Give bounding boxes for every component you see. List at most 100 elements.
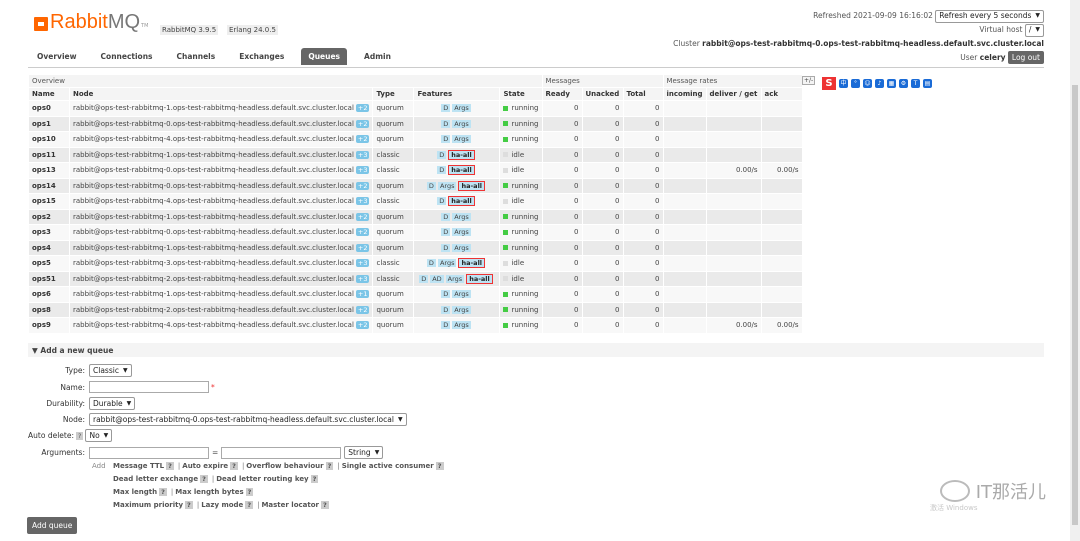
add-queue-button[interactable]: Add queue [27, 517, 78, 534]
ime-keyboard-icon[interactable]: ▦ [887, 79, 896, 88]
tab-connections[interactable]: Connections [94, 48, 160, 65]
table-row[interactable]: ops6 rabbit@ops-test-rabbitmq-1.ops-test-… [28, 286, 803, 303]
table-row[interactable]: ops5 rabbit@ops-test-rabbitmq-3.ops-test-… [28, 255, 803, 272]
argument-shortcut-link[interactable]: Lazy mode [201, 501, 243, 509]
column-toggle-button[interactable]: +/- [802, 76, 816, 85]
queue-name-link[interactable]: ops4 [28, 239, 70, 256]
vertical-scrollbar[interactable] [1070, 0, 1080, 541]
queue-name-link[interactable]: ops51 [28, 270, 70, 287]
tab-channels[interactable]: Channels [170, 48, 223, 65]
queue-name-link[interactable]: ops5 [28, 255, 70, 272]
refresh-interval-select[interactable]: Refresh every 5 seconds ▼ [935, 9, 1044, 23]
policy-badge-ha-all[interactable]: ha-all [458, 258, 486, 269]
policy-badge-ha-all[interactable]: ha-all [458, 180, 486, 191]
help-icon[interactable]: ? [245, 488, 254, 496]
ime-chinese-icon[interactable]: 中 [839, 79, 848, 88]
queue-name-link[interactable]: ops13 [28, 162, 70, 179]
help-icon[interactable]: ? [185, 501, 193, 509]
queue-name-input[interactable] [89, 381, 209, 393]
virtual-host-select[interactable]: / ▼ [1024, 23, 1044, 37]
argument-shortcut-link[interactable]: Master locator [261, 501, 319, 509]
argument-shortcut-link[interactable]: Dead letter exchange [113, 475, 198, 483]
scrollbar-thumb[interactable] [1072, 85, 1078, 525]
sogou-ime-icon[interactable]: S [822, 77, 836, 90]
table-row[interactable]: ops4 rabbit@ops-test-rabbitmq-1.ops-test-… [28, 239, 803, 256]
queue-name-link[interactable]: ops9 [28, 317, 70, 334]
table-row[interactable]: ops13 rabbit@ops-test-rabbitmq-0.ops-test… [28, 162, 803, 179]
queue-name-link[interactable]: ops6 [28, 286, 70, 303]
queue-name-link[interactable]: ops0 [28, 100, 70, 117]
help-icon[interactable]: ? [435, 462, 444, 470]
queue-name-link[interactable]: ops10 [28, 131, 70, 148]
type-select[interactable]: Classic ▼ [89, 364, 132, 377]
queue-name-link[interactable]: ops1 [28, 115, 70, 132]
help-icon[interactable]: ? [166, 462, 174, 470]
help-icon[interactable]: ? [325, 462, 334, 470]
argument-value-input[interactable] [221, 446, 342, 459]
queue-name-link[interactable]: ops2 [28, 208, 70, 225]
argument-shortcut-link[interactable]: Overflow behaviour [246, 462, 323, 470]
ime-menu-icon[interactable]: ▤ [923, 79, 932, 88]
queue-name-link[interactable]: ops11 [28, 146, 70, 163]
durability-select[interactable]: Durable ▼ [89, 397, 136, 410]
col-features[interactable]: Features [413, 87, 501, 101]
table-row[interactable]: ops0 rabbit@ops-test-rabbitmq-1.ops-test-… [28, 100, 803, 117]
auto-delete-help-icon[interactable]: ? [76, 431, 84, 440]
policy-badge-ha-all[interactable]: ha-all [466, 273, 493, 284]
table-row[interactable]: ops11 rabbit@ops-test-rabbitmq-1.ops-test… [28, 146, 803, 163]
col-deliver-get[interactable]: deliver / get [705, 87, 762, 101]
tab-queues[interactable]: Queues [301, 48, 348, 65]
ime-voice-icon[interactable]: ♪ [875, 79, 884, 88]
argument-shortcut-link[interactable]: Max length [113, 488, 157, 496]
argument-shortcut-link[interactable]: Maximum priority [113, 501, 183, 509]
help-icon[interactable]: ? [159, 488, 167, 496]
logout-button[interactable]: Log out [1007, 51, 1044, 64]
col-state[interactable]: State [499, 87, 543, 101]
help-icon[interactable]: ? [200, 475, 208, 483]
table-row[interactable]: ops10 rabbit@ops-test-rabbitmq-4.ops-test… [28, 131, 803, 148]
col-total[interactable]: Total [622, 87, 664, 101]
help-icon[interactable]: ? [310, 475, 319, 483]
queue-name-link[interactable]: ops14 [28, 177, 70, 194]
queue-name-link[interactable]: ops8 [28, 301, 70, 318]
table-row[interactable]: ops3 rabbit@ops-test-rabbitmq-0.ops-test-… [28, 224, 803, 241]
col-incoming[interactable]: incoming [662, 87, 707, 101]
ime-tools-icon[interactable]: ⚙ [899, 79, 908, 88]
policy-badge-ha-all[interactable]: ha-all [448, 196, 475, 207]
col-name[interactable]: Name [28, 87, 70, 101]
table-row[interactable]: ops1 rabbit@ops-test-rabbitmq-0.ops-test-… [28, 115, 803, 132]
queue-name-link[interactable]: ops3 [28, 224, 70, 241]
table-row[interactable]: ops9 rabbit@ops-test-rabbitmq-4.ops-test-… [28, 317, 803, 334]
help-icon[interactable]: ? [320, 501, 329, 509]
argument-shortcut-link[interactable]: Message TTL [113, 462, 164, 470]
tab-admin[interactable]: Admin [357, 48, 398, 65]
col-type[interactable]: Type [372, 87, 415, 101]
col-unacked[interactable]: Unacked [581, 87, 624, 101]
argument-shortcut-link[interactable]: Auto expire [182, 462, 228, 470]
table-row[interactable]: ops14 rabbit@ops-test-rabbitmq-0.ops-test… [28, 177, 803, 194]
argument-shortcut-link[interactable]: Dead letter routing key [216, 475, 308, 483]
col-ack[interactable]: ack [760, 87, 803, 101]
argument-type-select[interactable]: String ▼ [344, 446, 384, 459]
auto-delete-select[interactable]: No ▼ [85, 429, 113, 442]
table-row[interactable]: ops8 rabbit@ops-test-rabbitmq-2.ops-test-… [28, 301, 803, 318]
add-queue-section-toggle[interactable]: ▼ Add a new queue [28, 343, 1044, 357]
help-icon[interactable]: ? [230, 462, 238, 470]
policy-badge-ha-all[interactable]: ha-all [448, 165, 475, 176]
node-select[interactable]: rabbit@ops-test-rabbitmq-0.ops-test-rabb… [89, 413, 407, 426]
ime-skin-icon[interactable]: T [911, 79, 920, 88]
table-row[interactable]: ops2 rabbit@ops-test-rabbitmq-1.ops-test-… [28, 208, 803, 225]
table-row[interactable]: ops51 rabbit@ops-test-rabbitmq-2.ops-test… [28, 270, 803, 287]
col-ready[interactable]: Ready [541, 87, 583, 101]
tab-overview[interactable]: Overview [30, 48, 84, 65]
ime-punctuation-icon[interactable]: ° [851, 79, 860, 88]
argument-shortcut-link[interactable]: Single active consumer [342, 462, 434, 470]
argument-key-input[interactable] [89, 446, 209, 459]
policy-badge-ha-all[interactable]: ha-all [448, 149, 475, 160]
ime-emoji-icon[interactable]: ☺ [863, 79, 872, 88]
help-icon[interactable]: ? [245, 501, 254, 509]
col-node[interactable]: Node [68, 87, 374, 101]
tab-exchanges[interactable]: Exchanges [232, 48, 291, 65]
queue-name-link[interactable]: ops15 [28, 193, 70, 210]
table-row[interactable]: ops15 rabbit@ops-test-rabbitmq-4.ops-test… [28, 193, 803, 210]
